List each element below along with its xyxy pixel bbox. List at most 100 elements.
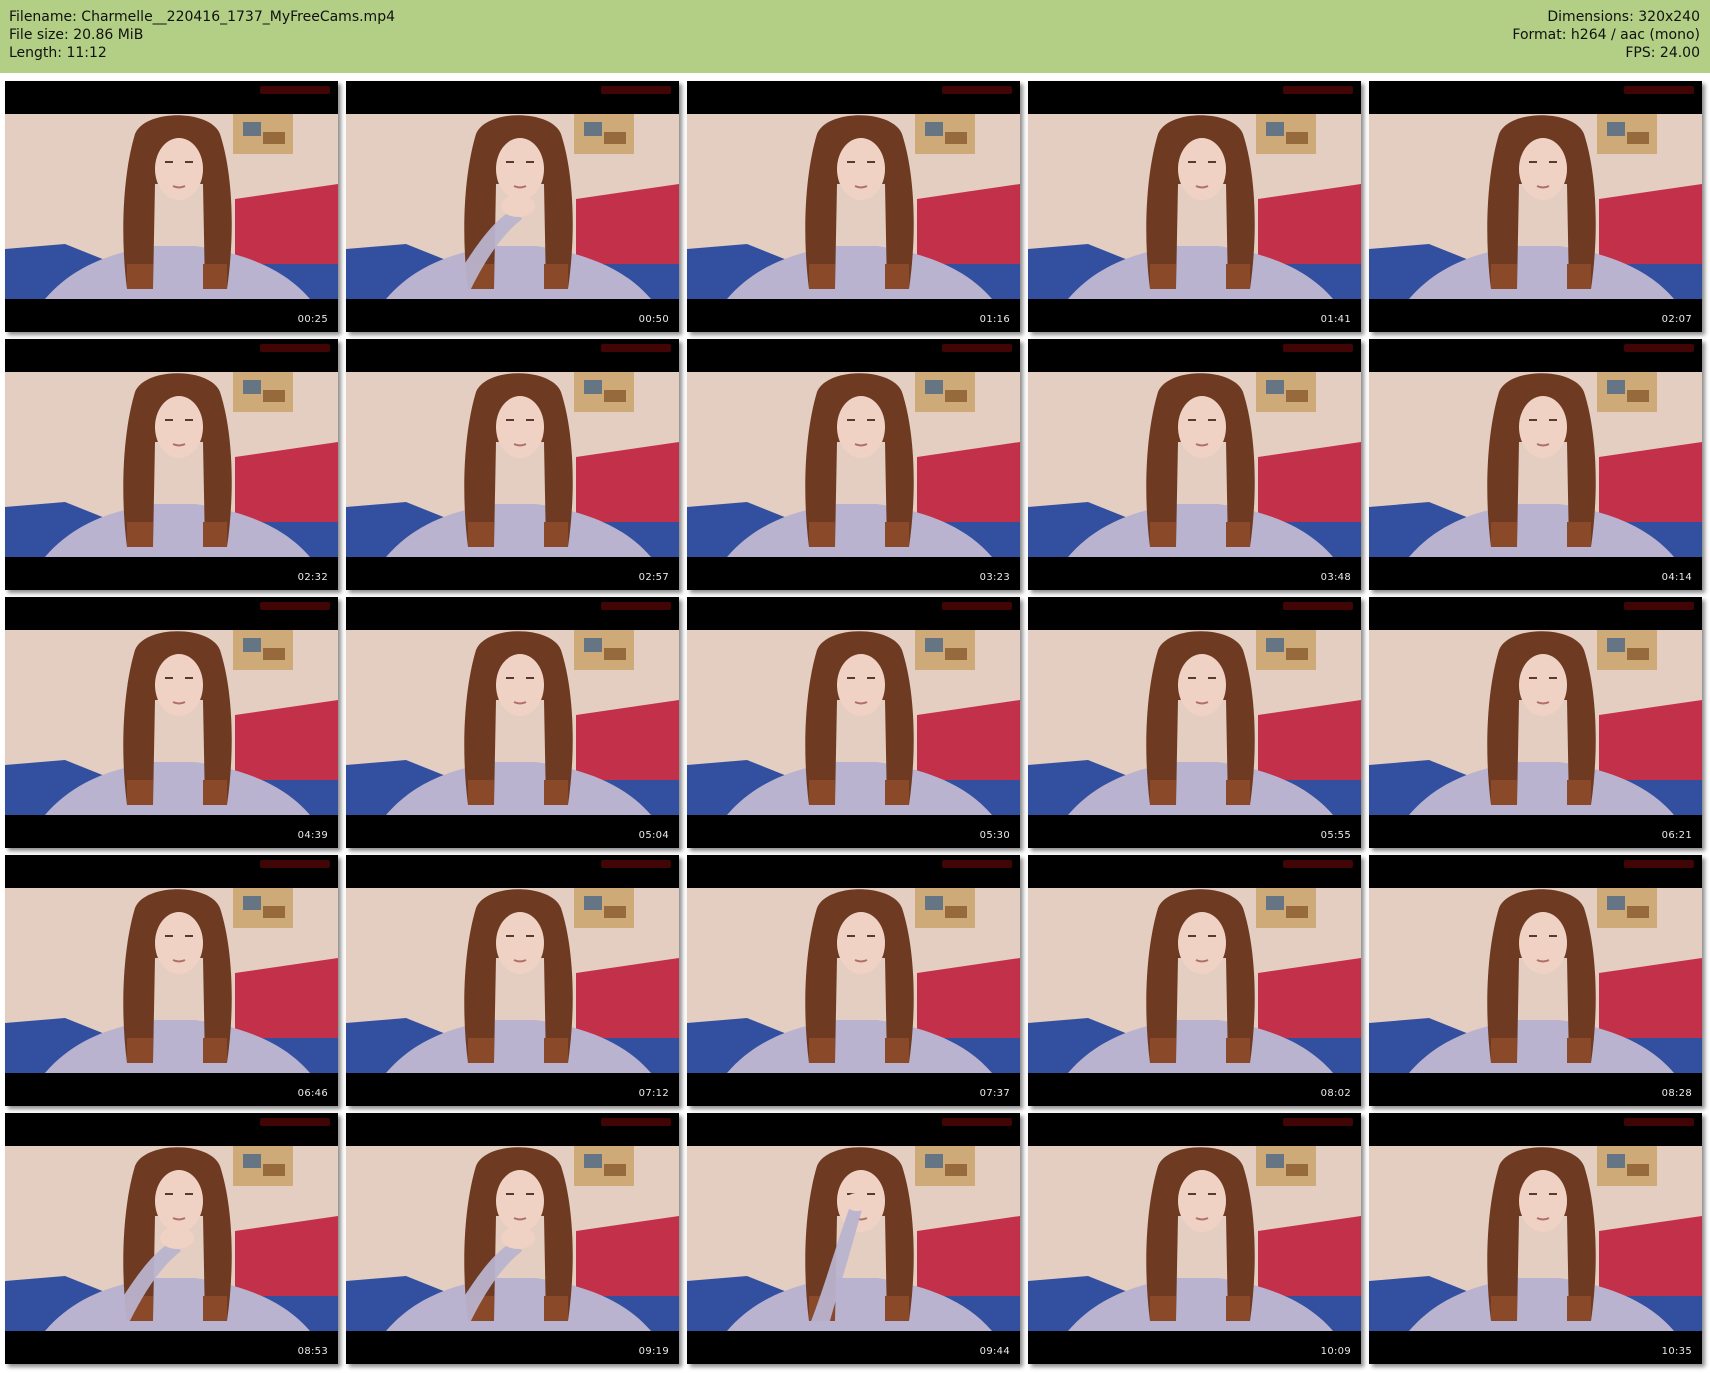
frame-image	[1369, 888, 1702, 1073]
frame-image	[1028, 372, 1361, 557]
watermark-logo	[942, 1118, 1012, 1126]
timestamp-label: 08:53	[297, 1346, 328, 1357]
video-thumbnail[interactable]: 05:30	[687, 597, 1020, 848]
timestamp-label: 10:09	[1320, 1346, 1351, 1357]
frame-image	[1369, 1146, 1702, 1331]
frame-image	[346, 888, 679, 1073]
video-thumbnail[interactable]: 08:53	[5, 1113, 338, 1364]
video-thumbnail[interactable]: 07:12	[346, 855, 679, 1106]
video-thumbnail[interactable]: 09:19	[346, 1113, 679, 1364]
timestamp-label: 01:41	[1320, 314, 1351, 325]
timestamp-label: 04:39	[297, 830, 328, 841]
watermark-logo	[601, 344, 671, 352]
watermark-logo	[1624, 860, 1694, 868]
video-thumbnail[interactable]: 10:09	[1028, 1113, 1361, 1364]
timestamp-label: 06:21	[1661, 830, 1692, 841]
watermark-logo	[601, 602, 671, 610]
info-header: Filename: Charmelle__220416_1737_MyFreeC…	[0, 0, 1710, 73]
frame-image	[1028, 630, 1361, 815]
watermark-logo	[942, 602, 1012, 610]
video-thumbnail[interactable]: 05:55	[1028, 597, 1361, 848]
frame-image	[5, 888, 338, 1073]
watermark-logo	[1283, 860, 1353, 868]
watermark-logo	[260, 1118, 330, 1126]
watermark-logo	[1283, 1118, 1353, 1126]
timestamp-label: 00:50	[638, 314, 669, 325]
watermark-logo	[1283, 86, 1353, 94]
video-thumbnail[interactable]: 01:16	[687, 81, 1020, 332]
frame-image	[1369, 630, 1702, 815]
frame-image	[1369, 114, 1702, 299]
timestamp-label: 08:28	[1661, 1088, 1692, 1099]
frame-image	[687, 372, 1020, 557]
length-text: Length: 11:12	[9, 45, 107, 61]
frame-image	[346, 372, 679, 557]
watermark-logo	[1624, 344, 1694, 352]
timestamp-label: 07:12	[638, 1088, 669, 1099]
timestamp-label: 03:23	[979, 572, 1010, 583]
video-thumbnail[interactable]: 10:35	[1369, 1113, 1702, 1364]
video-thumbnail[interactable]: 04:39	[5, 597, 338, 848]
timestamp-label: 07:37	[979, 1088, 1010, 1099]
frame-image	[1028, 1146, 1361, 1331]
video-thumbnail[interactable]: 08:02	[1028, 855, 1361, 1106]
contact-sheet: Filename: Charmelle__220416_1737_MyFreeC…	[0, 0, 1710, 1373]
fps-text: FPS: 24.00	[1625, 45, 1700, 61]
thumbnail-grid: 00:25 00:50 01:16 01:41 02:07 02:32 02:57 03:23…	[0, 81, 1710, 1373]
stream-info: Dimensions: 320x240 Format: h264 / aac (…	[1512, 8, 1700, 73]
timestamp-label: 05:55	[1320, 830, 1351, 841]
watermark-logo	[1624, 86, 1694, 94]
video-thumbnail[interactable]: 06:46	[5, 855, 338, 1106]
video-thumbnail[interactable]: 03:48	[1028, 339, 1361, 590]
timestamp-label: 02:07	[1661, 314, 1692, 325]
watermark-logo	[260, 86, 330, 94]
timestamp-label: 00:25	[297, 314, 328, 325]
file-info: Filename: Charmelle__220416_1737_MyFreeC…	[9, 8, 395, 73]
video-thumbnail[interactable]: 06:21	[1369, 597, 1702, 848]
frame-image	[1028, 114, 1361, 299]
frame-image	[346, 630, 679, 815]
timestamp-label: 02:32	[297, 572, 328, 583]
timestamp-label: 04:14	[1661, 572, 1692, 583]
frame-image	[687, 114, 1020, 299]
video-thumbnail[interactable]: 08:28	[1369, 855, 1702, 1106]
video-thumbnail[interactable]: 01:41	[1028, 81, 1361, 332]
watermark-logo	[1283, 602, 1353, 610]
video-thumbnail[interactable]: 02:32	[5, 339, 338, 590]
frame-image	[5, 372, 338, 557]
timestamp-label: 03:48	[1320, 572, 1351, 583]
watermark-logo	[942, 344, 1012, 352]
watermark-logo	[601, 860, 671, 868]
watermark-logo	[260, 860, 330, 868]
dimensions-text: Dimensions: 320x240	[1547, 9, 1700, 25]
filesize-text: File size: 20.86 MiB	[9, 27, 144, 43]
frame-image	[346, 114, 679, 299]
watermark-logo	[260, 344, 330, 352]
video-thumbnail[interactable]: 02:57	[346, 339, 679, 590]
frame-image	[1369, 372, 1702, 557]
watermark-logo	[601, 1118, 671, 1126]
watermark-logo	[942, 860, 1012, 868]
frame-image	[687, 888, 1020, 1073]
watermark-logo	[1624, 602, 1694, 610]
watermark-logo	[260, 602, 330, 610]
video-thumbnail[interactable]: 09:44	[687, 1113, 1020, 1364]
watermark-logo	[942, 86, 1012, 94]
timestamp-label: 06:46	[297, 1088, 328, 1099]
video-thumbnail[interactable]: 04:14	[1369, 339, 1702, 590]
watermark-logo	[1283, 344, 1353, 352]
video-thumbnail[interactable]: 03:23	[687, 339, 1020, 590]
timestamp-label: 02:57	[638, 572, 669, 583]
video-thumbnail[interactable]: 05:04	[346, 597, 679, 848]
video-thumbnail[interactable]: 00:25	[5, 81, 338, 332]
format-text: Format: h264 / aac (mono)	[1512, 27, 1700, 43]
video-thumbnail[interactable]: 02:07	[1369, 81, 1702, 332]
video-thumbnail[interactable]: 00:50	[346, 81, 679, 332]
frame-image	[687, 630, 1020, 815]
timestamp-label: 10:35	[1661, 1346, 1692, 1357]
timestamp-label: 05:30	[979, 830, 1010, 841]
filename-text: Filename: Charmelle__220416_1737_MyFreeC…	[9, 9, 395, 25]
video-thumbnail[interactable]: 07:37	[687, 855, 1020, 1106]
frame-image	[346, 1146, 679, 1331]
frame-image	[1028, 888, 1361, 1073]
